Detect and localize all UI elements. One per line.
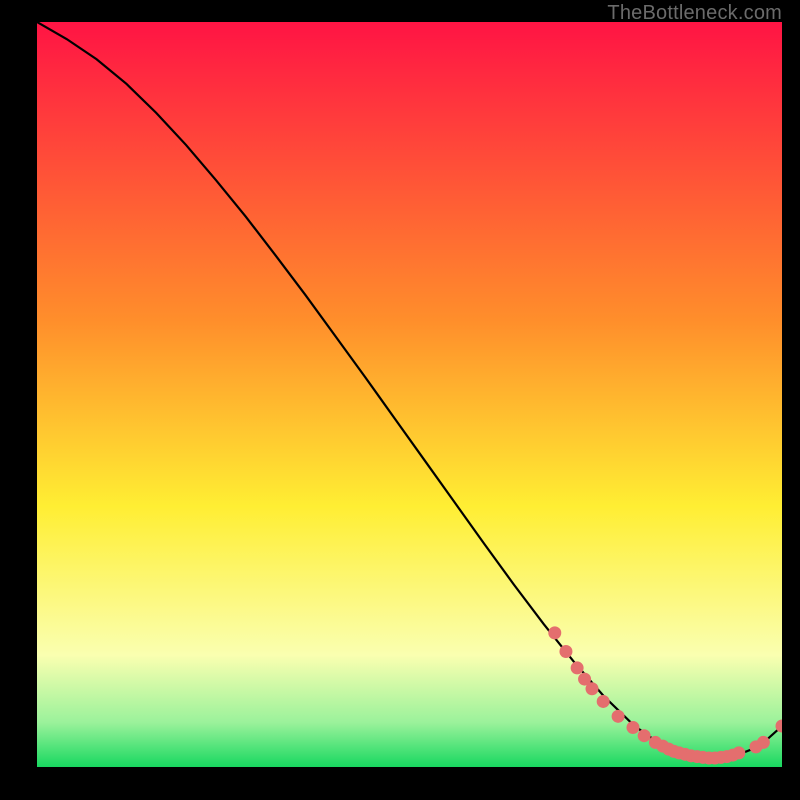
data-marker <box>571 661 584 674</box>
data-marker <box>757 736 770 749</box>
data-marker <box>627 721 640 734</box>
data-marker <box>559 645 572 658</box>
chart-frame: TheBottleneck.com <box>0 0 800 800</box>
data-marker <box>548 626 561 639</box>
data-marker <box>597 695 610 708</box>
data-marker <box>638 729 651 742</box>
data-marker <box>586 682 599 695</box>
plot-area <box>37 22 782 767</box>
gradient-background <box>37 22 782 767</box>
bottleneck-chart <box>37 22 782 767</box>
data-marker <box>732 746 745 759</box>
data-marker <box>612 710 625 723</box>
